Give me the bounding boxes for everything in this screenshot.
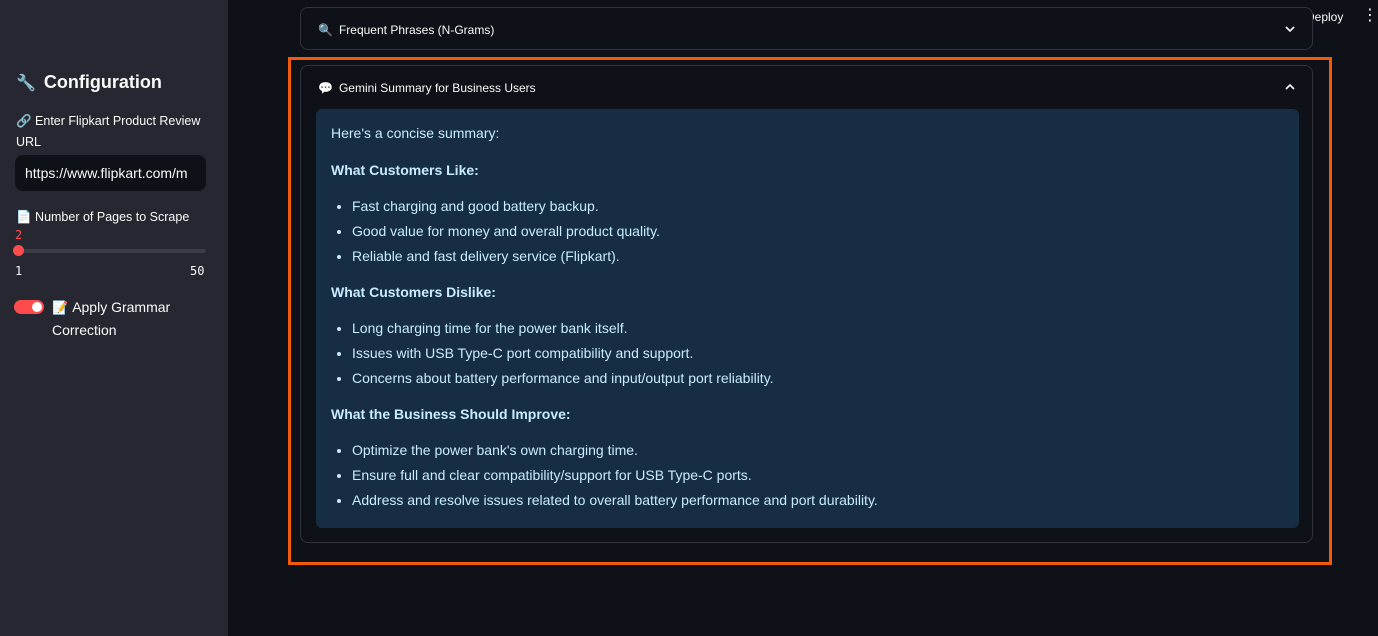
memo-icon: 📝 (52, 300, 69, 315)
wrench-icon: 🔧 (16, 74, 36, 92)
grammar-correction-text: Apply Grammar Correction (52, 299, 171, 338)
pages-slider-thumb[interactable] (13, 245, 24, 256)
chevron-down-icon[interactable] (1284, 23, 1296, 35)
grammar-correction-label: 📝 Apply Grammar Correction (52, 296, 202, 341)
slider-min-label: 1 (15, 264, 23, 278)
pages-slider-track[interactable] (18, 249, 206, 253)
pages-label: 📄 Number of Pages to Scrape (16, 210, 190, 224)
sidebar: 🔧 Configuration 🔗 Enter Flipkart Product… (0, 0, 228, 636)
ngrams-expander[interactable]: 🔍 Frequent Phrases (N-Grams) (300, 7, 1313, 50)
magnifier-icon: 🔍 (318, 22, 333, 37)
url-label: 🔗 Enter Flipkart Product Review URL (16, 114, 201, 149)
url-input-value: https://www.flipkart.com/m (25, 165, 188, 181)
main-menu-icon[interactable]: ⋮ (1362, 8, 1378, 24)
slider-max-label: 50 (190, 264, 205, 278)
grammar-correction-toggle[interactable] (14, 300, 44, 314)
highlight-annotation-box (288, 57, 1332, 565)
url-input[interactable]: https://www.flipkart.com/m (15, 155, 206, 191)
slider-current-value: 2 (15, 228, 23, 242)
ngrams-expander-label: Frequent Phrases (N-Grams) (338, 22, 495, 37)
ngrams-expander-header[interactable]: 🔍 Frequent Phrases (N-Grams) (318, 8, 494, 51)
sidebar-title: 🔧 Configuration (16, 72, 162, 93)
sidebar-title-text: Configuration (43, 72, 162, 92)
